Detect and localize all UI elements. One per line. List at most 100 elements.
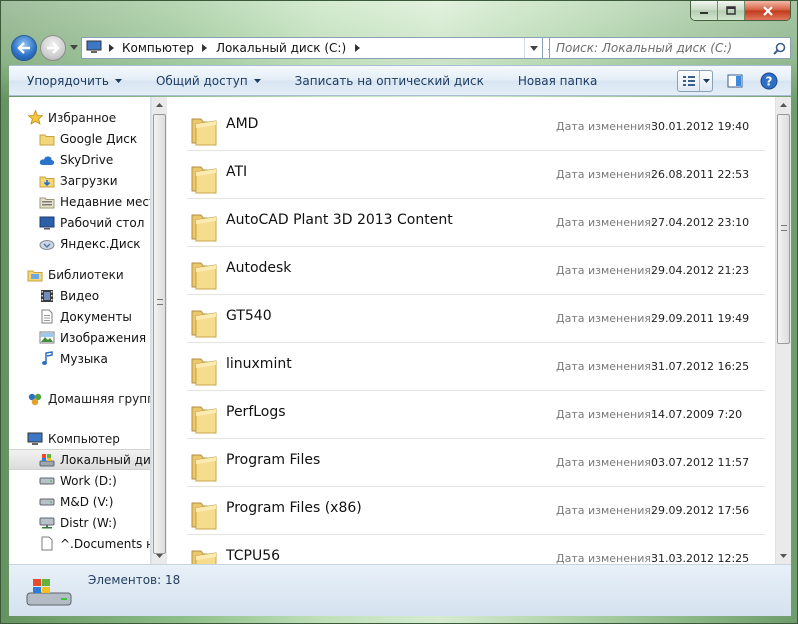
- drive-icon: [39, 494, 55, 510]
- sidebar-item-yandex-disk[interactable]: Яндекс.Диск: [9, 233, 150, 254]
- minimize-button[interactable]: [691, 1, 718, 20]
- file-name: GT540: [226, 308, 272, 324]
- sidebar-item-pictures[interactable]: Изображения: [9, 327, 150, 348]
- help-icon: ?: [760, 72, 778, 89]
- search-box[interactable]: [549, 37, 791, 59]
- computer-icon: [27, 431, 43, 447]
- file-row[interactable]: AutoCAD Plant 3D 2013 Content Дата измене…: [187, 199, 765, 247]
- sidebar-item-downloads[interactable]: Загрузки: [9, 170, 150, 191]
- file-name: Program Files (x86): [226, 500, 362, 516]
- forward-button[interactable]: [40, 35, 66, 61]
- file-row[interactable]: Autodesk Дата изменения: 29.04.2012 21:23: [187, 247, 765, 295]
- downloads-folder-icon: [39, 173, 55, 189]
- date-modified-label: Дата изменения:: [556, 312, 655, 325]
- file-row[interactable]: PerfLogs Дата изменения: 14.07.2009 7:20: [187, 391, 765, 439]
- back-button[interactable]: [11, 35, 37, 61]
- folder-icon: [189, 163, 219, 198]
- date-modified-value: 27.04.2012 23:10: [651, 216, 750, 229]
- view-dropdown[interactable]: [700, 78, 712, 83]
- file-row[interactable]: TCPU56 Дата изменения: 31.03.2012 12:25: [187, 535, 765, 564]
- file-row[interactable]: AMD Дата изменения: 30.01.2012 19:40: [187, 103, 765, 151]
- burn-button[interactable]: Записать на оптический диск: [277, 66, 500, 95]
- sidebar-item-documents[interactable]: Документы: [9, 306, 150, 327]
- homegroup-item[interactable]: Домашняя группа: [9, 388, 150, 409]
- date-modified-label: Дата изменения:: [556, 552, 655, 564]
- date-modified-value: 31.03.2012 12:25: [651, 552, 750, 564]
- system-drive-icon: [25, 577, 73, 610]
- new-folder-button[interactable]: Новая папка: [500, 66, 613, 95]
- sidebar-item-music[interactable]: Музыка: [9, 348, 150, 369]
- document-icon: [39, 536, 55, 552]
- date-modified-label: Дата изменения:: [556, 504, 655, 517]
- sidebar-item-desktop[interactable]: Рабочий стол: [9, 212, 150, 233]
- folder-icon: [189, 547, 219, 564]
- scroll-up-button[interactable]: [152, 97, 167, 113]
- breadcrumb-separator-icon[interactable]: [104, 38, 118, 58]
- computer-label: Компьютер: [48, 431, 120, 446]
- chevron-down-icon: [529, 45, 538, 51]
- search-icon[interactable]: [768, 42, 790, 55]
- folder-icon: [189, 259, 219, 294]
- libraries-group[interactable]: Библиотеки: [9, 264, 150, 285]
- address-history-dropdown[interactable]: [524, 38, 542, 58]
- sidebar-item-google-drive[interactable]: Google Диск: [9, 128, 150, 149]
- maximize-button[interactable]: [718, 1, 745, 20]
- address-bar[interactable]: Компьютер Локальный диск (C:): [81, 37, 543, 59]
- breadcrumb-computer[interactable]: Компьютер: [118, 41, 198, 55]
- sidebar-item-label: Документы: [60, 309, 132, 324]
- file-row[interactable]: Program Files Дата изменения: 03.07.2012 1…: [187, 439, 765, 487]
- navigation-bar: Компьютер Локальный диск (C:): [9, 33, 793, 61]
- details-view-icon[interactable]: [678, 70, 700, 91]
- file-row[interactable]: linuxmint Дата изменения: 31.07.2012 16:25: [187, 343, 765, 391]
- desktop-icon: [39, 215, 55, 231]
- maximize-icon: [726, 6, 736, 15]
- folder-icon: [189, 403, 219, 438]
- item-count: Элементов: 18: [88, 573, 181, 587]
- sidebar-item-video[interactable]: Видео: [9, 285, 150, 306]
- sidebar-item-work-d[interactable]: Work (D:): [9, 470, 150, 491]
- preview-pane-button[interactable]: [723, 70, 747, 92]
- date-modified-label: Дата изменения:: [556, 456, 655, 469]
- computer-group[interactable]: Компьютер: [9, 428, 150, 449]
- homegroup-label: Домашняя группа: [48, 391, 151, 406]
- file-row[interactable]: GT540 Дата изменения: 29.09.2011 19:49: [187, 295, 765, 343]
- date-modified-label: Дата изменения:: [556, 360, 655, 373]
- file-row[interactable]: Program Files (x86) Дата изменения: 29.09.…: [187, 487, 765, 535]
- details-pane: Элементов: 18: [9, 564, 791, 616]
- file-list: AMD Дата изменения: 30.01.2012 19:40 ATI Дат…: [167, 97, 775, 564]
- breadcrumb-local-disk[interactable]: Локальный диск (C:): [212, 41, 350, 55]
- sidebar-item-distr-w[interactable]: Distr (W:): [9, 512, 150, 533]
- favorites-group[interactable]: Избранное: [9, 107, 150, 128]
- file-list-scrollbar[interactable]: [775, 97, 791, 564]
- share-button[interactable]: Общий доступ: [138, 66, 277, 95]
- change-view-button[interactable]: [677, 69, 713, 92]
- file-row[interactable]: ATI Дата изменения: 26.08.2011 22:53: [187, 151, 765, 199]
- sidebar-item-label: Загрузки: [60, 173, 118, 188]
- sidebar-item-skydrive[interactable]: SkyDrive: [9, 149, 150, 170]
- sidebar-item-documents-share[interactable]: ^.Documents на: [9, 533, 150, 554]
- folder-icon: [189, 211, 219, 246]
- breadcrumb-separator-icon[interactable]: [350, 38, 364, 58]
- close-button[interactable]: [745, 1, 790, 20]
- scrollbar-thumb[interactable]: [153, 114, 166, 554]
- homegroup-icon: [27, 391, 43, 407]
- scroll-down-button[interactable]: [152, 548, 167, 564]
- scrollbar-thumb[interactable]: [777, 114, 790, 344]
- scroll-down-button[interactable]: [776, 548, 791, 564]
- navigation-pane-scrollbar[interactable]: [151, 97, 167, 564]
- scroll-up-button[interactable]: [776, 97, 791, 113]
- sidebar-item-label: Недавние места: [60, 194, 150, 209]
- close-icon: [762, 5, 773, 16]
- search-input[interactable]: [550, 39, 768, 57]
- chevron-down-icon: [253, 78, 261, 83]
- sidebar-item-md-v[interactable]: M&D (V:): [9, 491, 150, 512]
- sidebar-item-local-disk-c[interactable]: Локальный диск (C:): [9, 449, 150, 470]
- breadcrumb-separator-icon[interactable]: [198, 38, 212, 58]
- explorer-window: Компьютер Локальный диск (C:) Упорядочит…: [0, 0, 798, 624]
- organize-button[interactable]: Упорядочить: [9, 66, 138, 95]
- sidebar-item-recent-places[interactable]: Недавние места: [9, 191, 150, 212]
- recent-pages-dropdown[interactable]: [69, 43, 79, 51]
- help-button[interactable]: ?: [757, 70, 781, 92]
- yandex-disk-icon: [39, 236, 55, 252]
- sidebar-item-label: Видео: [60, 288, 100, 303]
